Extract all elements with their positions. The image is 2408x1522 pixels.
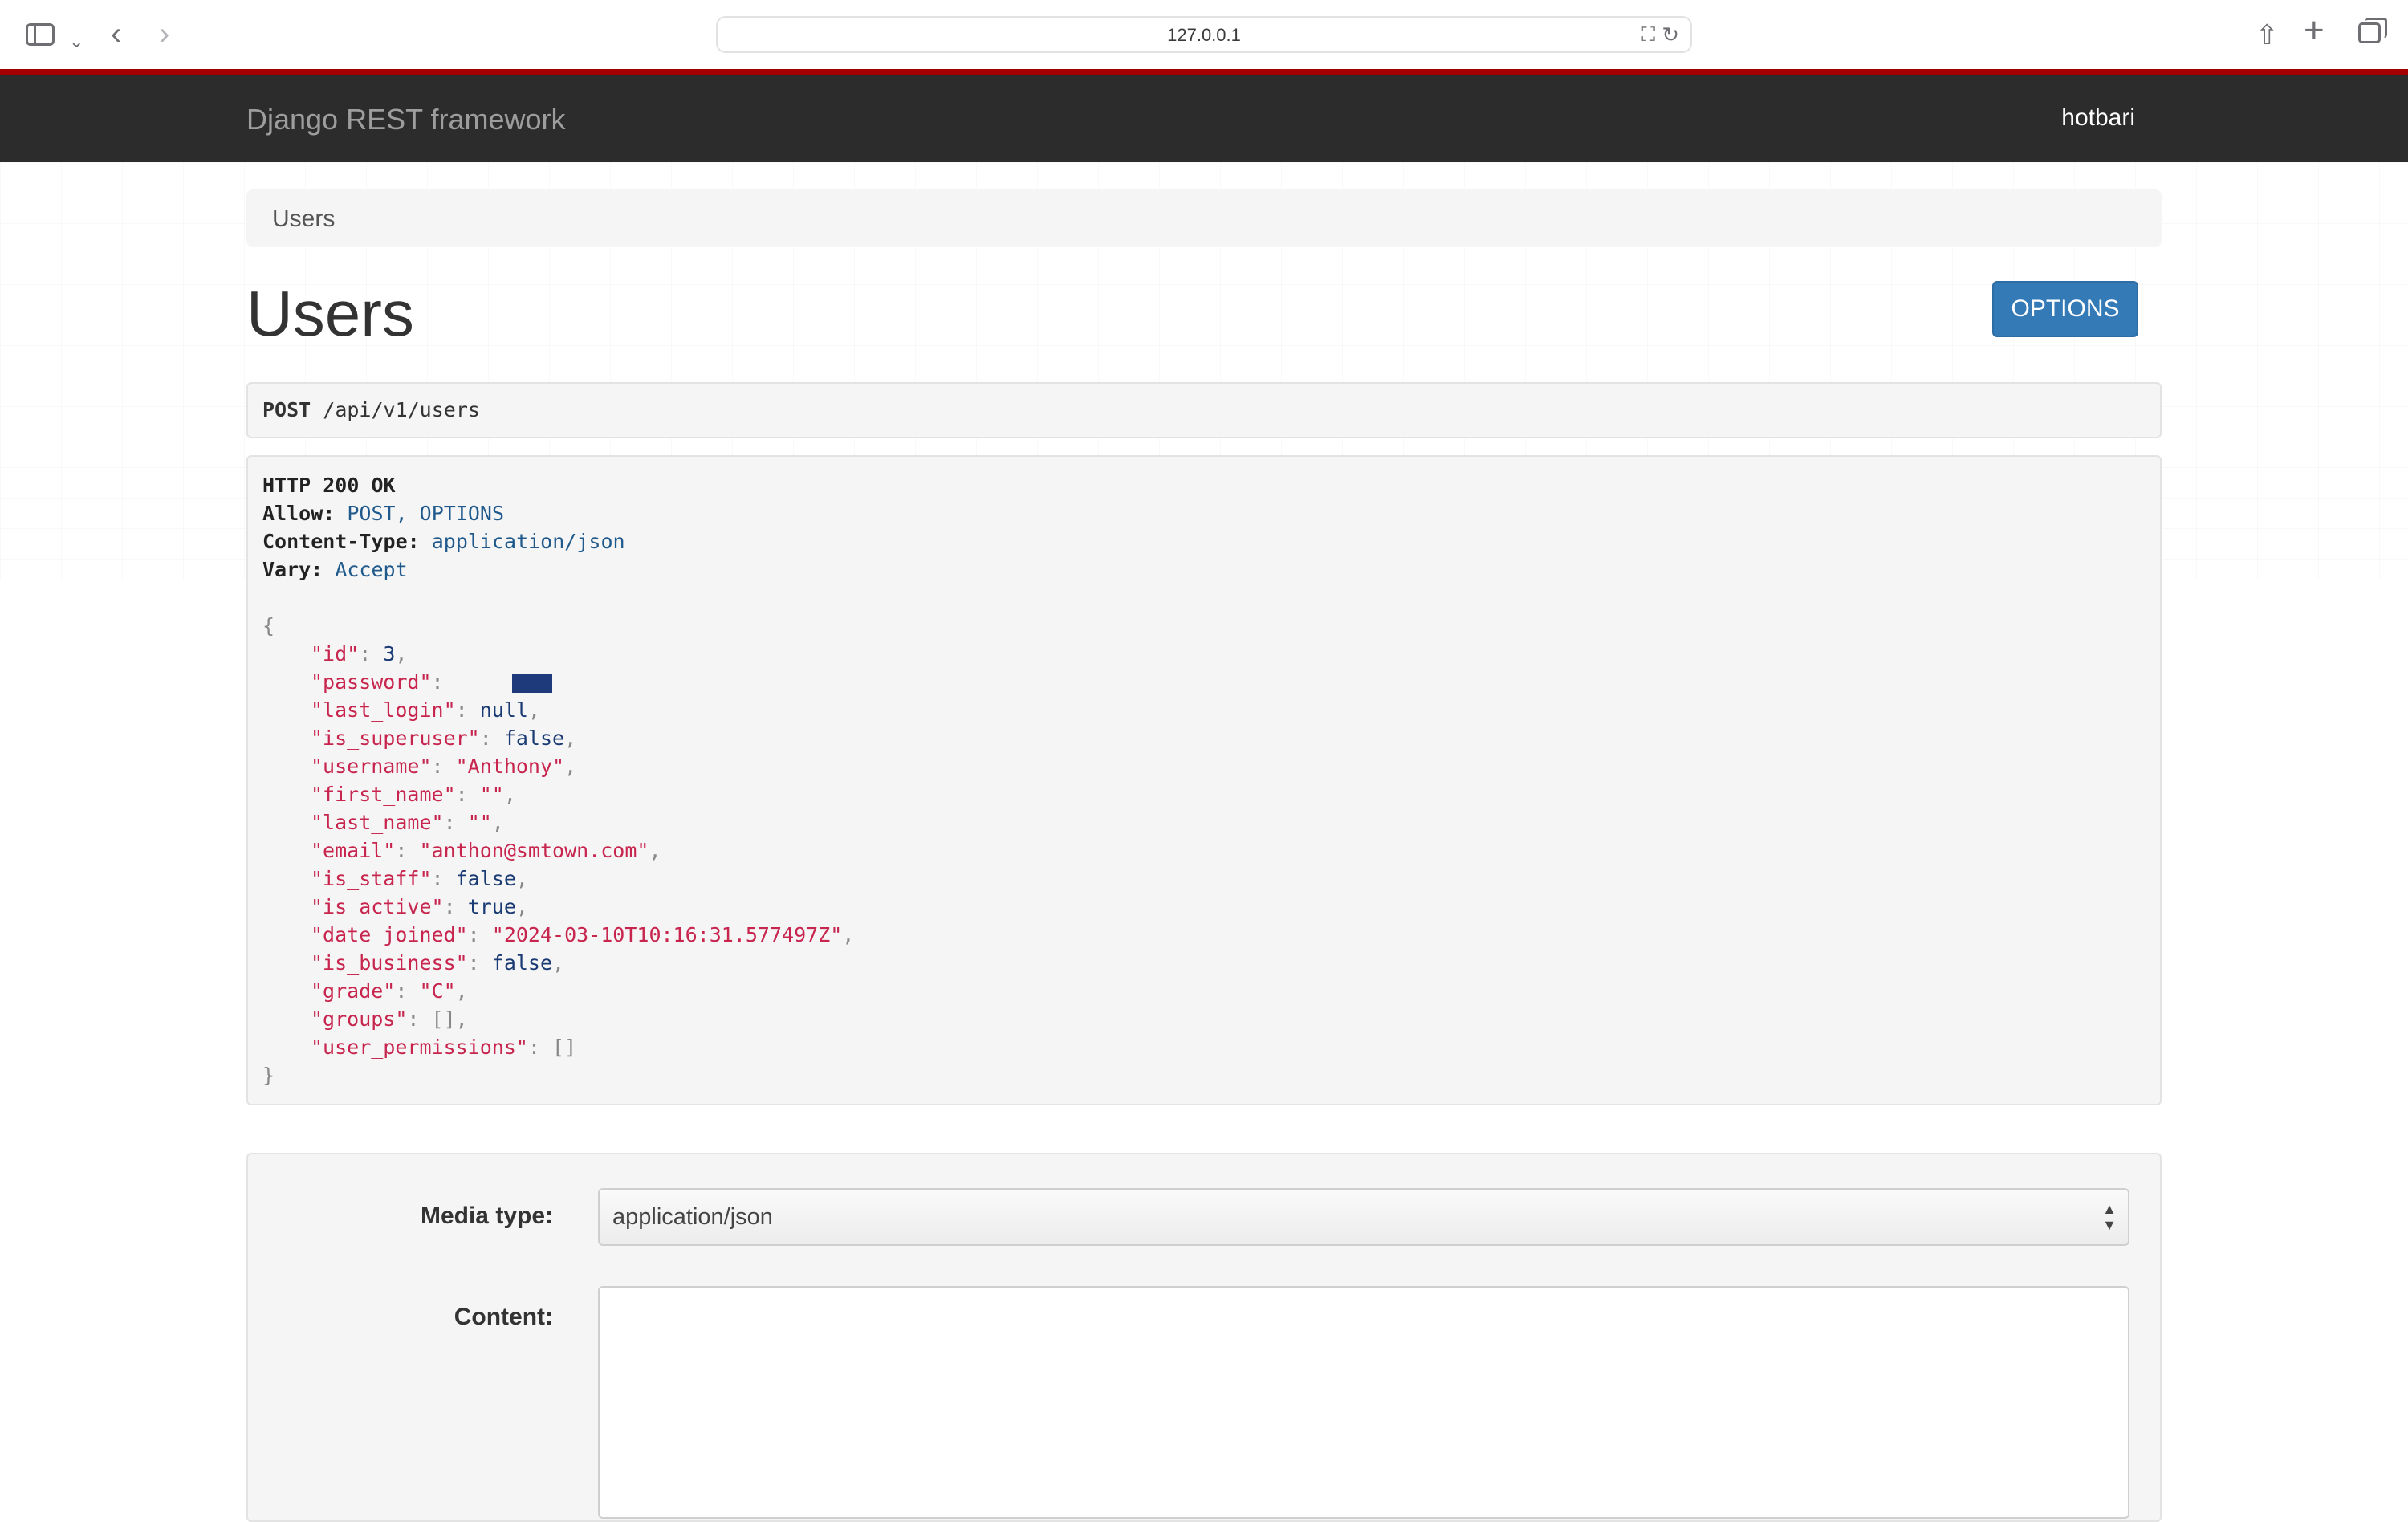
response-header: Content-Type: application/json [262,530,625,553]
media-type-label: Media type: [420,1203,553,1229]
translate-icon[interactable]: ⛶ [1641,24,1655,47]
navbar: Django REST framework hotbari [0,75,2408,162]
chevron-down-icon[interactable]: ⌄ [69,24,83,59]
json-key: "last_login" [311,698,456,722]
content-textarea[interactable] [598,1286,2129,1519]
user-menu[interactable]: hotbari [2061,104,2135,132]
json-value: false [503,726,565,750]
json-value: null [479,698,528,722]
page-title: Users [246,278,414,349]
json-value: [] [552,1036,577,1059]
json-key: "grade" [311,979,396,1003]
chevron-right-icon[interactable]: › [159,16,169,51]
options-button[interactable]: OPTIONS [1992,281,2138,337]
json-key: "username" [311,755,432,778]
raw-data-form: Media type: application/json ▲ ▼ Content: [246,1153,2162,1522]
request-info: POST /api/v1/users [246,382,2162,438]
json-field: "is_staff": false, [311,867,528,890]
json-key: "email" [311,839,396,862]
share-icon[interactable]: ⇧ [2255,18,2279,53]
json-value: 3 [383,642,396,665]
chevron-left-icon[interactable]: ‹ [111,16,121,51]
json-value: false [491,951,553,975]
json-value: "" [467,811,492,834]
json-value: "C" [419,979,456,1003]
address-bar[interactable]: 127.0.0.1 ⛶ ↻ [716,16,1692,53]
breadcrumb: Users [246,189,2162,247]
json-field: "id": 3, [311,642,408,665]
select-arrows-icon: ▲ ▼ [2102,1201,2117,1233]
redacted-value [511,674,552,693]
json-value: "2024-03-10T10:16:31.577497Z" [491,923,843,946]
json-key: "is_staff" [311,867,432,890]
json-field: "password": [262,668,2146,696]
json-body: "id": 3, "password": "last_login": null, "… [262,640,2146,1061]
address-text[interactable]: 127.0.0.1 [718,25,1690,46]
response-status: HTTP 200 OK [262,474,396,497]
json-field: "groups": [], [311,1007,468,1031]
json-key: "groups" [311,1007,408,1031]
json-key: "first_name" [311,783,456,806]
json-field: "is_business": false, [311,951,565,975]
request-path: /api/v1/users [311,398,480,421]
json-key: "password" [311,670,432,694]
json-close-brace: } [262,1064,275,1087]
json-field: "first_name": "", [311,783,516,806]
json-key: "date_joined" [311,923,468,946]
reload-icon[interactable]: ↻ [1662,22,1679,47]
response-header: Vary: Accept [262,558,408,581]
json-key: "last_name" [311,811,444,834]
json-key: "id" [311,642,360,665]
json-value: "Anthony" [455,755,565,778]
json-field: "username": "Anthony", [311,755,577,778]
json-key: "is_superuser" [311,726,480,750]
json-value: false [455,867,516,890]
json-value: "anthon@smtown.com" [419,839,649,862]
content-label: Content: [454,1304,553,1330]
json-field: "grade": "C", [311,979,468,1003]
json-value: [] [431,1007,456,1031]
response-header: Allow: POST, OPTIONS [262,502,505,525]
media-type-select[interactable]: application/json ▲ ▼ [598,1188,2129,1246]
breadcrumb-item-users: Users [272,206,336,232]
response-info: HTTP 200 OK Allow: POST, OPTIONS Content… [246,455,2162,1105]
json-field: "email": "anthon@smtown.com", [311,839,661,862]
browser-toolbar: ⌄ ‹ › 127.0.0.1 ⛶ ↻ ⇧ + [0,0,2408,69]
navbar-accent-bar [0,69,2408,75]
json-value: true [467,895,516,918]
json-field: "date_joined": "2024-03-10T10:16:31.5774… [311,923,855,946]
json-field: "last_name": "", [311,811,504,834]
json-field: "is_active": true, [311,895,528,918]
json-value: "" [479,783,504,806]
brand-link[interactable]: Django REST framework [246,103,565,136]
json-field: "last_login": null, [311,698,541,722]
json-open-brace: { [262,614,275,637]
json-key: "user_permissions" [311,1036,528,1059]
json-field: "user_permissions": [] [311,1036,577,1059]
json-key: "is_active" [311,895,444,918]
tabs-overview-icon[interactable] [2358,18,2387,43]
plus-icon[interactable]: + [2304,13,2325,48]
sidebar-icon[interactable] [26,23,55,46]
request-method: POST [262,398,311,421]
media-type-value: application/json [612,1204,773,1230]
json-key: "is_business" [311,951,468,975]
json-field: "is_superuser": false, [311,726,577,750]
